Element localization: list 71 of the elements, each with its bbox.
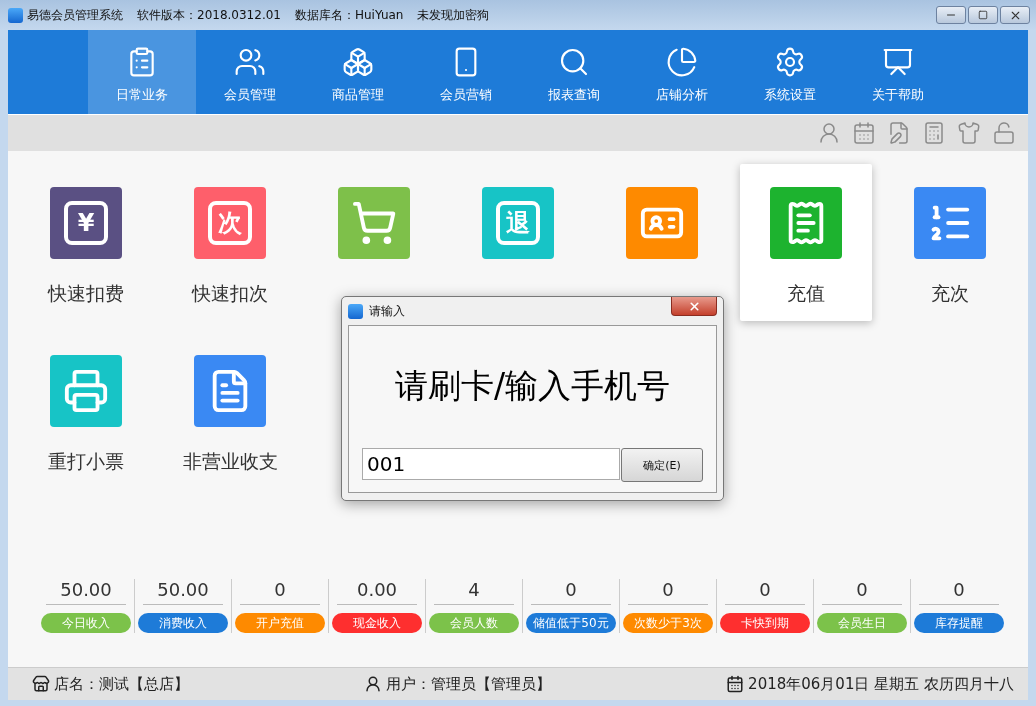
stat-value: 50.00 [46, 579, 126, 605]
nav-tab[interactable]: 系统设置 [736, 30, 844, 114]
app-logo-icon [8, 7, 23, 23]
stat-badge[interactable]: 会员人数 [429, 613, 519, 633]
stat-value: 0 [822, 579, 902, 605]
nav-tab[interactable]: 商品管理 [304, 30, 412, 114]
stat-badge[interactable]: 卡快到期 [720, 613, 810, 633]
date-text: 2018年06月01日 星期五 农历四月十八 [748, 674, 1014, 694]
unlock-icon[interactable] [992, 121, 1016, 145]
user-icon [364, 675, 383, 693]
window-title: 软件版本：2018.0312.01 [137, 6, 281, 24]
nav-tab[interactable]: 关于帮助 [844, 30, 952, 114]
window-title: 未发现加密狗 [417, 6, 490, 24]
stat-value: 4 [434, 579, 514, 605]
confirm-button[interactable]: 确定(E) [621, 448, 703, 482]
tile-button[interactable]: 充次 [884, 164, 1016, 321]
card-input-field[interactable]: 001 [362, 448, 620, 480]
maximize-button[interactable] [968, 6, 998, 24]
nav-tab[interactable]: 会员管理 [196, 30, 304, 114]
calculator-icon[interactable] [922, 121, 946, 145]
nav-tab[interactable]: 店铺分析 [628, 30, 736, 114]
window-title: 易德会员管理系统 [27, 6, 123, 24]
stat-badge[interactable]: 储值低于50元 [526, 613, 616, 633]
stat-badge[interactable]: 库存提醒 [914, 613, 1004, 633]
edit-note-icon[interactable] [887, 121, 911, 145]
nav-tab[interactable]: 日常业务 [88, 30, 196, 114]
stat-value: 0 [628, 579, 708, 605]
close-button[interactable] [671, 297, 717, 316]
shop-name: 店名：测试【总店】 [54, 674, 189, 694]
app-logo-icon [348, 303, 363, 319]
settings-icon [774, 46, 806, 78]
tile-button[interactable]: 次 快速扣次 [164, 164, 296, 321]
nav-tab[interactable]: 会员营销 [412, 30, 520, 114]
dialog-title: 请输入 [369, 302, 405, 320]
window-title: 数据库名：HuiYuan [295, 6, 404, 24]
search-icon [558, 46, 590, 78]
stat-value: 0 [531, 579, 611, 605]
tile-button[interactable]: 充值 [740, 164, 872, 321]
calendar-icon [726, 675, 745, 693]
minimize-button[interactable] [936, 6, 966, 24]
tile-button[interactable]: 非营业收支 [164, 332, 296, 489]
close-button[interactable] [1000, 6, 1030, 24]
user-icon[interactable] [817, 121, 841, 145]
pie-chart-icon [666, 46, 698, 78]
glyph-icon: 次 [194, 187, 266, 259]
stat-badge[interactable]: 会员生日 [817, 613, 907, 633]
glyph-icon: 退 [482, 187, 554, 259]
maximize-icon [978, 10, 988, 20]
stat-value: 0 [725, 579, 805, 605]
tile-button[interactable]: 重打小票 [20, 332, 152, 489]
nav-tab[interactable]: 报表查询 [520, 30, 628, 114]
presentation-icon [882, 46, 914, 78]
stat-badge[interactable]: 消费收入 [138, 613, 228, 633]
close-icon [687, 299, 701, 313]
stat-badge[interactable]: 次数少于3次 [623, 613, 713, 633]
tile-button[interactable]: ¥ 快速扣费 [20, 164, 152, 321]
yen-icon: ¥ [50, 187, 122, 259]
stat-value: 0 [240, 579, 320, 605]
prompt-text: 请刷卡/输入手机号 [394, 365, 671, 407]
stat-value: 0.00 [337, 579, 417, 605]
stat-value: 50.00 [143, 579, 223, 605]
stat-badge[interactable]: 今日收入 [41, 613, 131, 633]
calendar-icon[interactable] [852, 121, 876, 145]
stat-value: 0 [919, 579, 999, 605]
users-icon [234, 46, 266, 78]
stat-badge[interactable]: 开户充值 [235, 613, 325, 633]
stat-badge[interactable]: 现金收入 [332, 613, 422, 633]
user-name: 用户：管理员【管理员】 [386, 674, 552, 694]
shirt-icon[interactable] [957, 121, 981, 145]
store-icon [32, 675, 50, 693]
boxes-icon [342, 46, 374, 78]
